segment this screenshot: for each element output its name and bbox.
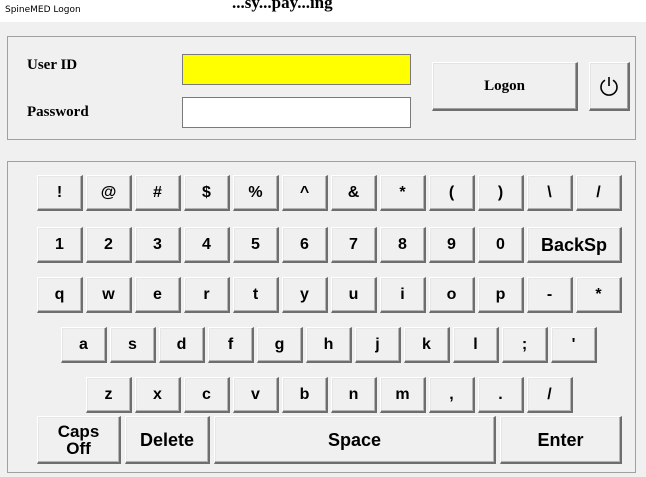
key-symbol-4[interactable]: % — [233, 175, 279, 211]
key-digit-9[interactable]: 0 — [478, 227, 524, 263]
key-symbol-9[interactable]: ) — [478, 175, 524, 211]
key-letter-row4-7[interactable]: k — [404, 327, 450, 363]
key-letter-row5-7[interactable]: , — [429, 377, 475, 413]
key-letter-row5-6[interactable]: m — [380, 377, 426, 413]
password-input[interactable] — [182, 97, 411, 128]
key-letter-row3-2[interactable]: e — [135, 277, 181, 313]
key-symbol-6[interactable]: & — [331, 175, 377, 211]
enter-key[interactable]: Enter — [500, 416, 622, 464]
key-letter-row4-9[interactable]: ; — [502, 327, 548, 363]
key-letter-row5-1[interactable]: x — [135, 377, 181, 413]
key-symbol-7[interactable]: * — [380, 175, 426, 211]
key-letter-row3-6[interactable]: u — [331, 277, 377, 313]
key-letter-row3-10[interactable]: - — [527, 277, 573, 313]
key-digit-8[interactable]: 9 — [429, 227, 475, 263]
key-letter-row4-8[interactable]: l — [453, 327, 499, 363]
key-letter-row4-10[interactable]: ' — [551, 327, 597, 363]
key-symbol-11[interactable]: / — [576, 175, 622, 211]
password-label: Password — [27, 104, 89, 120]
key-letter-row4-5[interactable]: h — [306, 327, 352, 363]
key-digit-3[interactable]: 4 — [184, 227, 230, 263]
caps-lock-key[interactable]: Caps Off — [37, 416, 121, 464]
key-digit-0[interactable]: 1 — [37, 227, 83, 263]
key-letter-row5-9[interactable]: / — [527, 377, 573, 413]
key-symbol-2[interactable]: # — [135, 175, 181, 211]
key-letter-row5-3[interactable]: v — [233, 377, 279, 413]
power-button[interactable] — [589, 62, 630, 111]
key-digit-6[interactable]: 7 — [331, 227, 377, 263]
key-letter-row4-2[interactable]: d — [159, 327, 205, 363]
title-bar: ...sy...pay...ing SpineMED Logon — [0, 0, 646, 22]
logon-button[interactable]: Logon — [432, 62, 578, 111]
key-letter-row3-0[interactable]: q — [37, 277, 83, 313]
key-letter-row4-0[interactable]: a — [61, 327, 107, 363]
backspace-key[interactable]: BackSp — [527, 227, 622, 263]
user-id-input[interactable] — [182, 54, 411, 85]
key-digit-7[interactable]: 8 — [380, 227, 426, 263]
key-letter-row4-4[interactable]: g — [257, 327, 303, 363]
logon-button-label: Logon — [484, 77, 525, 94]
key-letter-row5-2[interactable]: c — [184, 377, 230, 413]
delete-key[interactable]: Delete — [125, 416, 210, 464]
key-symbol-10[interactable]: \ — [527, 175, 573, 211]
caps-label: Caps — [57, 421, 100, 441]
key-digit-5[interactable]: 6 — [282, 227, 328, 263]
login-panel: User ID Password Logon — [7, 36, 636, 140]
key-letter-row3-8[interactable]: o — [429, 277, 475, 313]
space-key[interactable]: Space — [214, 416, 496, 464]
key-symbol-8[interactable]: ( — [429, 175, 475, 211]
key-digit-1[interactable]: 2 — [86, 227, 132, 263]
key-symbol-1[interactable]: @ — [86, 175, 132, 211]
key-letter-row5-5[interactable]: n — [331, 377, 377, 413]
key-letter-row3-1[interactable]: w — [86, 277, 132, 313]
key-letter-row3-9[interactable]: p — [478, 277, 524, 313]
window-title: SpineMED Logon — [5, 5, 81, 15]
key-letter-row4-6[interactable]: j — [355, 327, 401, 363]
key-letter-row5-8[interactable]: . — [478, 377, 524, 413]
key-letter-row3-11[interactable]: * — [576, 277, 622, 313]
key-symbol-0[interactable]: ! — [37, 175, 83, 211]
key-digit-4[interactable]: 5 — [233, 227, 279, 263]
key-letter-row3-3[interactable]: r — [184, 277, 230, 313]
key-letter-row5-4[interactable]: b — [282, 377, 328, 413]
key-digit-2[interactable]: 3 — [135, 227, 181, 263]
power-icon — [600, 77, 618, 96]
key-letter-row3-7[interactable]: i — [380, 277, 426, 313]
key-letter-row3-5[interactable]: y — [282, 277, 328, 313]
key-letter-row3-4[interactable]: t — [233, 277, 279, 313]
key-letter-row4-1[interactable]: s — [110, 327, 156, 363]
key-symbol-5[interactable]: ^ — [282, 175, 328, 211]
user-id-label: User ID — [27, 57, 78, 73]
key-symbol-3[interactable]: $ — [184, 175, 230, 211]
background-heading-fragment: ...sy...pay...ing — [232, 0, 333, 12]
key-letter-row4-3[interactable]: f — [208, 327, 254, 363]
caps-state-label: Off — [66, 438, 91, 458]
key-letter-row5-0[interactable]: z — [86, 377, 132, 413]
